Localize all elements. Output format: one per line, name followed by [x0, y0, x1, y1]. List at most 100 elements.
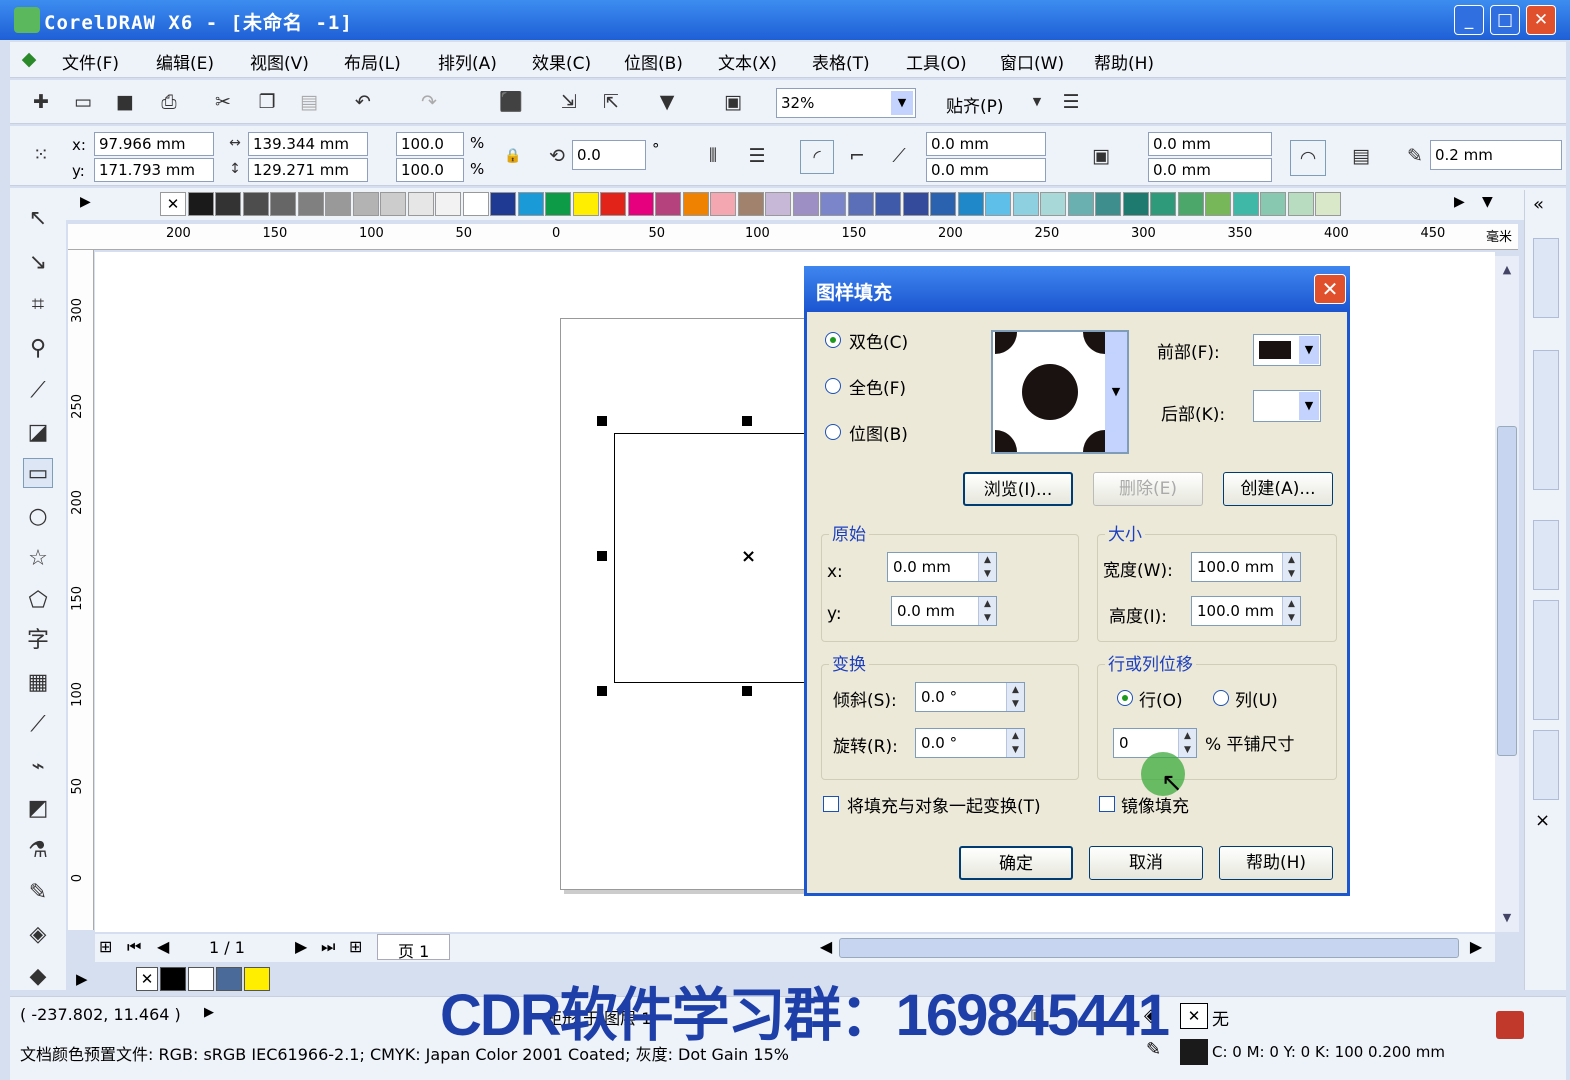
color-swatch[interactable] [710, 192, 736, 216]
dialog-close-button[interactable]: ✕ [1314, 274, 1346, 304]
color-swatch[interactable] [957, 192, 984, 216]
color-swatch[interactable] [765, 192, 791, 216]
color-swatch[interactable] [1232, 192, 1259, 216]
full-color-label[interactable]: 全色(F) [849, 374, 906, 399]
color-swatch[interactable] [462, 192, 489, 216]
color-swatch[interactable] [1040, 192, 1066, 216]
selection-handle[interactable] [597, 416, 607, 426]
polygon-tool-icon[interactable]: ☆ [23, 544, 53, 574]
snap-to-menu[interactable]: 贴齐(P) [946, 92, 1004, 117]
zoom-level-input[interactable]: 32% ▼ [776, 88, 916, 118]
color-swatch[interactable] [1177, 192, 1204, 216]
spinner-arrows-icon[interactable]: ▲ ▼ [1006, 683, 1024, 711]
lock-ratio-icon[interactable]: 🔒 [500, 143, 526, 169]
menu-text[interactable]: 文本(X) [718, 49, 777, 74]
basic-shapes-icon[interactable]: ⬠ [23, 586, 53, 616]
color-swatch[interactable] [820, 192, 846, 216]
color-swatch[interactable] [682, 192, 709, 216]
color-swatch[interactable] [352, 192, 379, 216]
x-position-input[interactable]: 97.966 mm [94, 132, 214, 156]
rotation-angle-input[interactable]: 0.0 [572, 140, 646, 170]
menu-window[interactable]: 窗口(W) [1000, 49, 1064, 74]
pattern-dropdown-icon[interactable]: ▼ [1105, 332, 1127, 452]
scroll-right-icon[interactable]: ▶ [1465, 937, 1487, 959]
tile-width-input[interactable]: 100.0 mm ▲ ▼ [1191, 552, 1301, 582]
corner-radius-bottom-right[interactable]: 0.0 mm [1148, 158, 1272, 182]
smart-fill-icon[interactable]: ◪ [23, 418, 53, 448]
outline-width-select[interactable]: 0.2 mm [1430, 140, 1562, 170]
scale-y-input[interactable]: 100.0 [396, 158, 464, 182]
color-swatch[interactable] [792, 192, 819, 216]
close-docker-icon[interactable]: × [1535, 810, 1550, 831]
color-swatch[interactable] [1260, 192, 1286, 216]
new-document-icon[interactable]: ✚ [28, 89, 54, 115]
table-tool-icon[interactable]: ▦ [23, 668, 53, 698]
two-color-label[interactable]: 双色(C) [849, 328, 908, 353]
color-swatch[interactable] [1095, 192, 1121, 216]
pattern-preview[interactable]: ▼ [991, 330, 1129, 454]
object-origin-icon[interactable]: ⁙ [28, 142, 54, 168]
delete-button[interactable]: 删除(E) [1093, 472, 1203, 506]
lock-corners-icon[interactable]: ▣ [1088, 143, 1114, 169]
spinner-arrows-icon[interactable]: ▲ ▼ [1006, 729, 1024, 757]
palette-scroll-right-icon[interactable]: ▶ [1454, 194, 1465, 210]
spinner-arrows-icon[interactable]: ▲ ▼ [1282, 597, 1300, 625]
full-color-radio[interactable] [825, 378, 841, 394]
spinner-arrows-icon[interactable]: ▲ ▼ [1178, 729, 1196, 757]
redo-icon[interactable]: ↷ [416, 89, 442, 115]
corner-radius-bottom-left[interactable]: 0.0 mm [926, 158, 1046, 182]
previous-page-icon[interactable]: ◀ [157, 937, 169, 956]
rectangle-tool-icon[interactable]: ▭ [23, 458, 53, 488]
close-window-button[interactable]: ✕ [1526, 5, 1556, 35]
eyedropper-icon[interactable]: ⚗ [23, 836, 53, 866]
user-avatar-icon[interactable] [1496, 1011, 1524, 1039]
bitmap-label[interactable]: 位图(B) [849, 420, 908, 445]
column-offset-radio[interactable] [1213, 690, 1229, 706]
tile-height-input[interactable]: 100.0 mm ▲ ▼ [1191, 596, 1301, 626]
corner-radius-top-right[interactable]: 0.0 mm [1148, 132, 1272, 156]
page-tab[interactable]: 页 1 [377, 934, 451, 961]
docker-tab-icon[interactable] [1533, 350, 1559, 490]
color-swatch[interactable] [297, 192, 324, 216]
color-swatch[interactable] [1315, 192, 1341, 216]
color-swatch[interactable] [1287, 192, 1314, 216]
color-swatch[interactable] [902, 192, 929, 216]
fill-tool-icon[interactable]: ◈ [23, 920, 53, 950]
docker-tab-icon[interactable] [1533, 238, 1559, 318]
color-swatch[interactable] [930, 192, 956, 216]
width-input[interactable]: 139.344 mm [248, 132, 368, 156]
palette-menu-icon[interactable]: ▼ [1482, 194, 1493, 210]
scale-corners-icon[interactable]: ◠ [1290, 140, 1326, 176]
color-swatch[interactable] [545, 192, 571, 216]
menu-file[interactable]: 文件(F) [62, 49, 119, 74]
scroll-up-icon[interactable]: ▲ [1497, 260, 1517, 280]
add-page-after-icon[interactable]: ⊞ [349, 937, 362, 956]
mirror-fill-checkbox[interactable] [1099, 796, 1115, 812]
selected-rectangle[interactable] [614, 433, 804, 683]
options-icon[interactable]: ☰ [1058, 89, 1084, 115]
spinner-arrows-icon[interactable]: ▲ ▼ [978, 553, 996, 581]
ellipse-tool-icon[interactable]: ○ [23, 502, 53, 532]
maximize-button[interactable]: □ [1490, 5, 1520, 35]
vertical-scroll-thumb[interactable] [1497, 426, 1517, 756]
next-page-icon[interactable]: ▶ [295, 937, 307, 956]
export-icon[interactable]: ⇱ [598, 89, 624, 115]
color-swatch[interactable] [627, 192, 654, 216]
paste-icon[interactable]: ▤ [296, 89, 322, 115]
color-swatch[interactable] [215, 192, 241, 216]
horizontal-scroll-thumb[interactable] [839, 938, 1459, 958]
drop-shadow-icon[interactable]: ◩ [23, 794, 53, 824]
cut-icon[interactable]: ✂ [210, 89, 236, 115]
color-swatch[interactable] [875, 192, 901, 216]
wrap-text-icon[interactable]: ▤ [1348, 143, 1374, 169]
menu-help[interactable]: 帮助(H) [1094, 49, 1154, 74]
transform-with-object-label[interactable]: 将填充与对象一起变换(T) [847, 792, 1041, 817]
y-position-input[interactable]: 171.793 mm [94, 158, 214, 182]
document-color-swatch[interactable] [216, 967, 242, 991]
search-content-icon[interactable]: ⬛ [498, 89, 524, 115]
origin-y-input[interactable]: 0.0 mm ▲ ▼ [891, 596, 997, 626]
cancel-button[interactable]: 取消 [1089, 846, 1203, 880]
selection-handle[interactable] [742, 416, 752, 426]
document-color-swatch[interactable] [244, 967, 270, 991]
origin-x-input[interactable]: 0.0 mm ▲ ▼ [887, 552, 997, 582]
